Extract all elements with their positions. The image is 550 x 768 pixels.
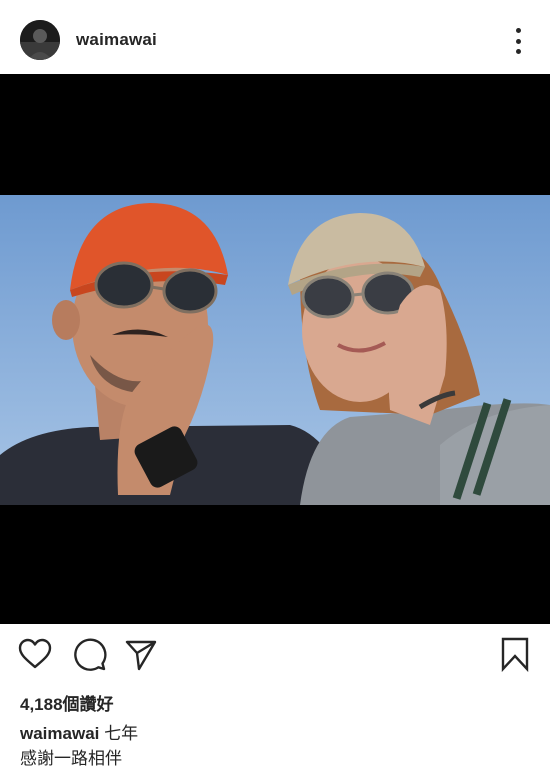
caption-username[interactable]: waimawai <box>20 724 99 743</box>
post-media[interactable] <box>0 74 550 624</box>
post-photo[interactable] <box>0 195 550 505</box>
profile-avatar[interactable] <box>20 20 60 60</box>
heart-icon[interactable] <box>17 636 53 672</box>
more-options-icon[interactable] <box>508 28 528 54</box>
selfie-photo-illustration <box>0 195 550 505</box>
more-dot <box>515 49 521 54</box>
more-dot <box>515 38 521 44</box>
more-dot <box>515 28 521 33</box>
post-header: waimawai <box>0 0 550 80</box>
caption-text-line1: 七年 <box>104 724 139 743</box>
avatar-image <box>20 20 60 60</box>
send-icon[interactable] <box>123 636 159 672</box>
action-bar <box>0 636 550 676</box>
post-username[interactable]: waimawai <box>76 30 157 50</box>
bookmark-icon[interactable] <box>497 636 533 672</box>
likes-count[interactable]: 4,188個讚好 <box>20 690 114 715</box>
comment-icon[interactable] <box>71 636 107 672</box>
caption-text-line2: 感謝一路相伴 <box>20 749 122 768</box>
caption: waimawai 七年 <box>20 719 138 744</box>
